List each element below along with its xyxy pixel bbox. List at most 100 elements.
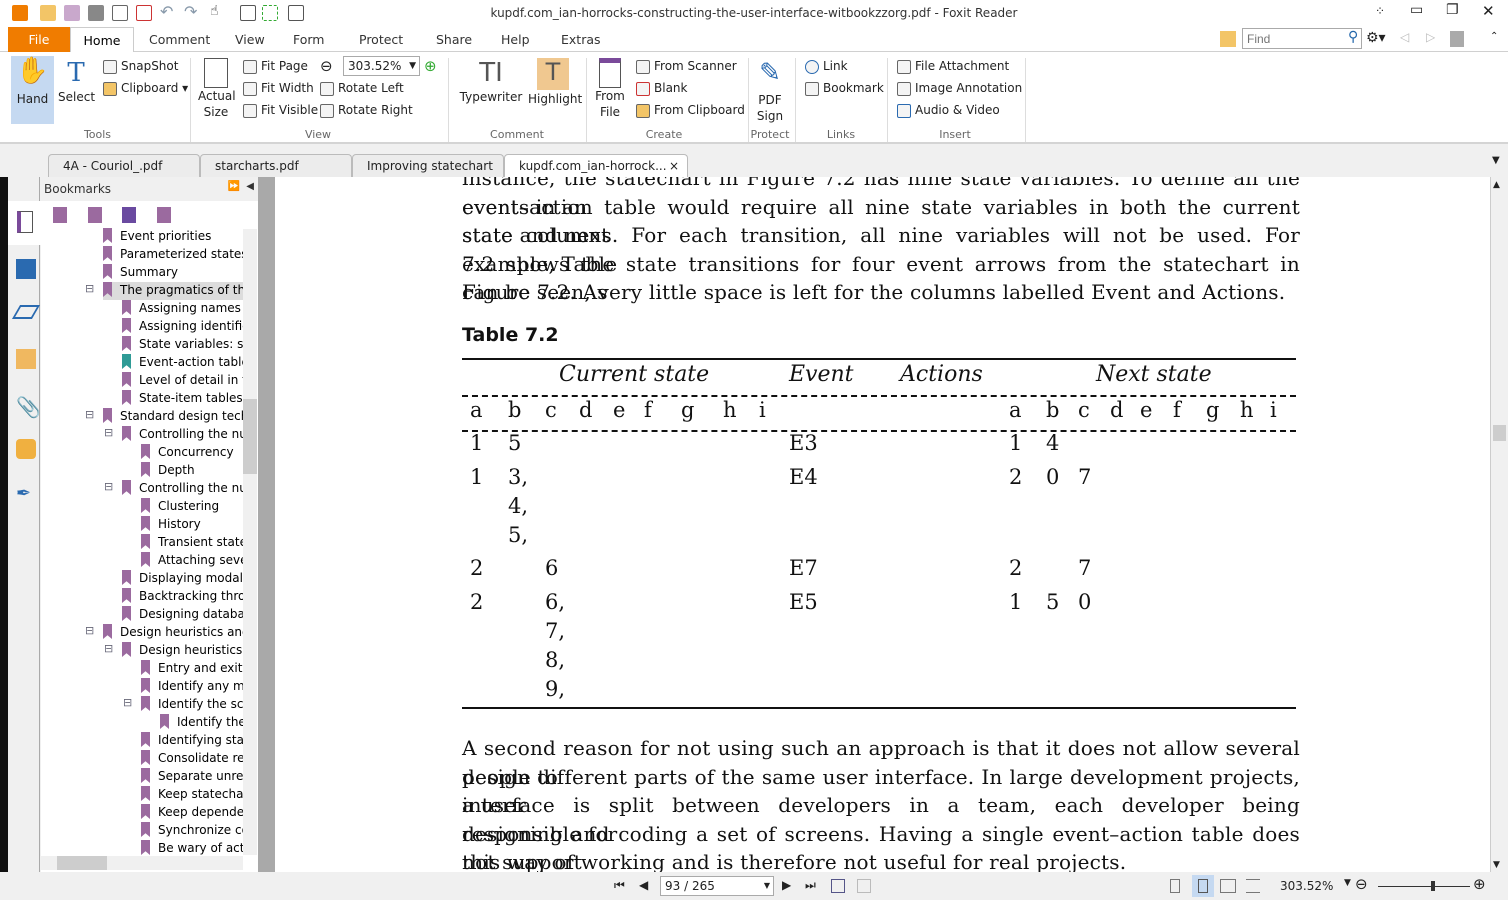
pdf-sign-button[interactable]: ✎ PDF Sign <box>752 58 788 124</box>
bookmark-item[interactable]: Consolidate rel <box>141 750 243 768</box>
rotate-right-button[interactable]: Rotate Right <box>320 103 413 118</box>
bookmark-item[interactable]: Event-action table <box>122 354 243 372</box>
search-folder-icon[interactable] <box>1220 31 1236 47</box>
bookmark-item[interactable]: Attaching seve <box>141 552 243 570</box>
bookmark-item[interactable]: Synchronize co <box>141 822 243 840</box>
pages-icon[interactable] <box>16 259 36 279</box>
image-annotation-button[interactable]: Image Annotation <box>897 81 1022 96</box>
next-view-icon[interactable] <box>857 879 871 893</box>
delete-bookmark-icon[interactable] <box>53 207 67 223</box>
tab-help[interactable]: Help <box>501 27 530 52</box>
collapse-ribbon-icon[interactable]: ⌃ <box>1490 31 1498 42</box>
zoom-slider[interactable] <box>1378 886 1470 887</box>
bookmark-item[interactable]: Identify any m <box>141 678 243 696</box>
tab-share[interactable]: Share <box>436 27 472 52</box>
search-icon[interactable]: ⚲ <box>1348 29 1358 45</box>
signature-icon[interactable]: ✒ <box>16 483 36 504</box>
bookmark-item[interactable]: Concurrency <box>141 444 243 462</box>
from-scanner-button[interactable]: From Scanner <box>636 59 737 74</box>
bookmark-vscrollbar[interactable] <box>243 229 257 855</box>
bookmark-item[interactable]: Assigning identifier <box>122 318 243 336</box>
bookmark-item[interactable]: Backtracking throu <box>122 588 243 606</box>
doc-tab[interactable]: 4A - Couriol_.pdf <box>48 154 200 177</box>
bookmarks-panel-tab[interactable] <box>8 201 41 245</box>
collapse-toggle-icon[interactable]: ⊟ <box>85 624 94 637</box>
tab-list-chevron-icon[interactable]: ▼ <box>1492 155 1500 166</box>
bookmark-item[interactable]: Level of detail in th <box>122 372 243 390</box>
file-attachment-button[interactable]: File Attachment <box>897 59 1009 74</box>
fit-visible-button[interactable]: Fit Visible <box>243 103 318 118</box>
lock-icon[interactable] <box>16 439 36 459</box>
bookmark-item[interactable]: ⊟ The pragmatics of the <box>85 282 243 300</box>
bookmark-item[interactable]: Identify the <box>160 714 243 732</box>
bookmark-item[interactable]: Depth <box>141 462 243 480</box>
comments-icon[interactable] <box>16 349 36 369</box>
bookmark-hscrollbar[interactable] <box>41 856 243 870</box>
prev-result-icon[interactable]: ◁ <box>1400 30 1409 44</box>
bookmark-item[interactable]: Assigning names t <box>122 300 243 318</box>
bookmark-item[interactable]: History <box>141 516 243 534</box>
bookmark-item[interactable]: State-item tables <box>122 390 243 408</box>
bookmark-item[interactable]: Keep depende <box>141 804 243 822</box>
facing-page-icon[interactable] <box>1220 879 1236 893</box>
snapshot-button[interactable]: SnapShot <box>103 59 178 74</box>
page-number-input[interactable]: 93 / 265 ▼ <box>660 876 774 896</box>
tab-form[interactable]: Form <box>293 27 325 52</box>
next-page-icon[interactable]: ▶ <box>782 878 791 892</box>
close-tab-icon[interactable]: × <box>669 155 679 177</box>
bookmark-item[interactable]: Entry and exit <box>141 660 243 678</box>
bookmark-item[interactable]: ⊟ Controlling the nur <box>104 480 243 498</box>
zoom-select[interactable]: 303.52% ▼ <box>343 56 420 76</box>
prev-page-icon[interactable]: ◀ <box>639 878 648 892</box>
clipboard-button[interactable]: Clipboard ▾ <box>103 81 188 96</box>
bookmark-item[interactable]: ⊟ Design heuristics and <box>85 624 243 642</box>
highlight-button[interactable]: T Highlight <box>528 58 582 106</box>
rotate-left-button[interactable]: Rotate Left <box>320 81 404 96</box>
bookmark-item[interactable]: Designing databas <box>122 606 243 624</box>
from-clipboard-button[interactable]: From Clipboard <box>636 103 745 118</box>
bookmark-item[interactable]: ⊟ Standard design techn <box>85 408 243 426</box>
collapse-panel-icon[interactable]: ◀ <box>246 181 254 192</box>
zoom-out-icon[interactable]: ⊖ <box>1355 875 1368 893</box>
add-bookmark-icon[interactable] <box>88 207 102 223</box>
from-file-button[interactable]: From File <box>592 58 628 120</box>
collapse-toggle-icon[interactable]: ⊟ <box>104 480 113 493</box>
first-page-icon[interactable]: ⏮ <box>614 878 625 893</box>
status-zoom[interactable]: 303.52% <box>1280 879 1333 893</box>
bookmark-item[interactable]: Event priorities <box>103 228 243 246</box>
tab-comment[interactable]: Comment <box>149 27 210 52</box>
bookmark-item[interactable]: Identifying stat <box>141 732 243 750</box>
collapse-toggle-icon[interactable]: ⊟ <box>104 426 113 439</box>
collapse-toggle-icon[interactable]: ⊟ <box>85 282 94 295</box>
collapse-toggle-icon[interactable]: ⊟ <box>123 696 132 709</box>
fit-width-button[interactable]: Fit Width <box>243 81 314 96</box>
tab-home[interactable]: Home <box>70 27 134 53</box>
bookmark-item[interactable]: Separate unrel <box>141 768 243 786</box>
document-vscrollbar[interactable]: ▲ ▼ <box>1490 177 1508 872</box>
scroll-up-icon[interactable]: ▲ <box>1493 180 1500 190</box>
bookmark-item[interactable]: ⊟ Controlling the nur <box>104 426 243 444</box>
select-button[interactable]: T Select <box>58 58 95 104</box>
doc-tab-active[interactable]: kupdf.com_ian-horrock... × <box>504 154 688 177</box>
find-input[interactable] <box>1242 28 1362 49</box>
zoom-slider-thumb[interactable] <box>1431 881 1436 891</box>
scroll-down-icon[interactable]: ▼ <box>1493 860 1500 870</box>
continuous-facing-icon[interactable] <box>1246 879 1260 893</box>
tab-view[interactable]: View <box>235 27 265 52</box>
bookmark-button[interactable]: Bookmark <box>805 81 884 96</box>
bookmark-item[interactable]: Clustering <box>141 498 243 516</box>
link-button[interactable]: Link <box>805 59 848 74</box>
audio-video-button[interactable]: Audio & Video <box>897 103 1000 118</box>
collapse-toggle-icon[interactable]: ⊟ <box>85 408 94 421</box>
typewriter-button[interactable]: TI Typewriter <box>458 58 524 104</box>
doc-tab[interactable]: Improving statechart ... <box>352 154 504 195</box>
close-button[interactable]: ✕ <box>1482 2 1495 20</box>
bookmark-item[interactable]: Keep statechar <box>141 786 243 804</box>
doc-tab[interactable]: starcharts.pdf <box>200 154 352 177</box>
actual-size-button[interactable]: Actual Size <box>198 58 236 120</box>
expand-bookmark-icon[interactable] <box>157 207 171 223</box>
tab-protect[interactable]: Protect <box>359 27 403 52</box>
collapse-toggle-icon[interactable]: ⊟ <box>104 642 113 655</box>
bookmark-item[interactable]: ⊟ Identify the sc <box>123 696 243 714</box>
minimize-button[interactable]: ▭ <box>1410 2 1423 18</box>
